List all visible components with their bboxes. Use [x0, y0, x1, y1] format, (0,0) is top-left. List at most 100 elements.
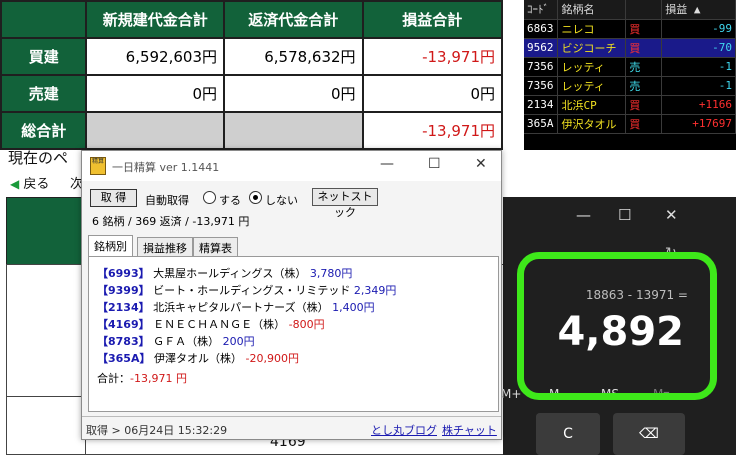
calc-close-icon[interactable]: ✕ — [665, 206, 678, 224]
calc-minimize-icon[interactable]: — — [576, 206, 591, 224]
list-item: 【8783】 ＧＦＡ（株） 200円 — [97, 333, 255, 349]
ticker-header-side[interactable] — [625, 0, 663, 20]
maximize-icon[interactable]: ☐ — [428, 156, 441, 172]
stock-pnl: 3,780円 — [309, 267, 353, 280]
sell-repay-total: 0円 — [223, 74, 364, 113]
list-item: 【6993】 大黒屋ホールディングス（株） 3,780円 — [97, 265, 352, 281]
tab-settlement-table[interactable]: 精算表 — [193, 237, 238, 256]
stock-pnl: -20,900円 — [245, 352, 299, 365]
header-new-total: 新規建代金合計 — [85, 0, 225, 39]
total-repay-empty — [223, 111, 364, 150]
ticker-name: レッティ — [557, 76, 627, 96]
calculator-titlebar: — ☐ ✕ — [503, 197, 736, 235]
pnl-summary-table: 新規建代金合計 返済代金合計 損益合計 買建 6,592,603円 6,578,… — [0, 0, 504, 150]
stock-name: ＧＦＡ（株） — [153, 335, 220, 348]
back-triangle-icon: ◀ — [10, 177, 20, 191]
memory-add-button[interactable]: M+ — [501, 387, 521, 401]
netstock-button[interactable]: ネットストック — [312, 188, 378, 219]
stock-list-panel: 【6993】 大黒屋ホールディングス（株） 3,780円 【9399】 ビート・… — [88, 256, 499, 412]
green-highlight-annotation — [517, 252, 717, 400]
stock-code[interactable]: 【8783】 — [97, 335, 150, 348]
ticker-side: 買 — [625, 95, 663, 115]
list-item: 【2134】 北浜キャピタルパートナーズ（株） 1,400円 — [97, 299, 375, 315]
close-icon[interactable]: ✕ — [475, 156, 487, 172]
blog-link[interactable]: とし丸ブログ — [371, 422, 437, 438]
stock-code[interactable]: 【4169】 — [97, 318, 150, 331]
ticker-name: 北浜CP — [557, 95, 627, 115]
stock-code[interactable]: 【365A】 — [97, 352, 150, 365]
ticker-row[interactable]: 2134 北浜CP 買 +1166 — [524, 95, 736, 115]
calc-maximize-icon[interactable]: ☐ — [618, 206, 631, 224]
list-item: 【9399】 ビート・ホールディングス・リミテッド 2,349円 — [97, 282, 396, 298]
stock-code[interactable]: 【9399】 — [97, 284, 150, 297]
stock-code[interactable]: 【2134】 — [97, 301, 150, 314]
ticker-side: 売 — [625, 57, 663, 77]
ticker-name: ニレコ — [557, 19, 627, 39]
auto-fetch-off-label[interactable]: しない — [265, 192, 298, 208]
total-label: 合計： — [97, 372, 130, 385]
ticker-code: 9562 — [524, 38, 559, 58]
ticker-row[interactable]: 6863 ニレコ 買 -99 — [524, 19, 736, 39]
ticker-pnl: +17697 — [661, 114, 736, 134]
ticker-row-selected[interactable]: 9562 ビジコーチ 買 -70 — [524, 38, 736, 58]
ticker-header-row: ｺｰﾄﾞ 銘柄名 損益 ▲ — [524, 0, 736, 20]
back-link[interactable]: ◀ 戻る — [10, 173, 49, 192]
stock-code[interactable]: 【6993】 — [97, 267, 150, 280]
summary-status: 6 銘柄 / 369 返済 / -13,971 円 — [92, 215, 250, 228]
total-new-empty — [85, 111, 225, 150]
last-fetch-status: 取得 > 06月24日 15:32:29 — [86, 424, 228, 437]
summary-row-total: 総合計 -13,971円 — [0, 111, 504, 150]
ticker-code: 7356 — [524, 57, 559, 77]
ticker-row[interactable]: 365A 伊沢タオル 買 +17697 — [524, 114, 736, 134]
row-label-buy: 買建 — [0, 37, 88, 76]
grand-pnl-total: -13,971円 — [361, 111, 504, 150]
sell-pnl-total: 0円 — [361, 74, 504, 113]
auto-fetch-label: 自動取得 — [145, 194, 189, 207]
ticker-header-code[interactable]: ｺｰﾄﾞ — [524, 0, 559, 20]
list-item: 【4169】 ＥＮＥＣＨＡＮＧＥ（株） -800円 — [97, 316, 325, 332]
ticker-header-name[interactable]: 銘柄名 — [557, 0, 627, 20]
stock-name: 北浜キャピタルパートナーズ（株） — [153, 301, 329, 314]
app-icon: 精算 — [90, 157, 106, 175]
ticker-pnl: -1 — [661, 57, 736, 77]
tab-by-stock[interactable]: 銘柄別 — [88, 235, 133, 256]
header-repay-total: 返済代金合計 — [223, 0, 364, 39]
stock-chat-link[interactable]: 株チャット — [442, 422, 497, 438]
ticker-code: 2134 — [524, 95, 559, 115]
total-row: 合計：-13,971 円 — [97, 370, 187, 386]
buy-new-total: 6,592,603円 — [85, 37, 225, 76]
summary-corner — [0, 0, 88, 39]
ticker-side: 買 — [625, 19, 663, 39]
calc-c-button[interactable]: C — [536, 413, 600, 455]
auto-fetch-on-label[interactable]: する — [219, 192, 241, 208]
dialog-titlebar: 精算 一日精算 ver 1.1441 — ☐ ✕ — [82, 151, 501, 181]
calc-backspace-button[interactable]: ⌫ — [613, 413, 685, 455]
ticker-side: 売 — [625, 76, 663, 96]
ticker-pnl: -99 — [661, 19, 736, 39]
dialog-title: 一日精算 ver 1.1441 — [112, 161, 220, 174]
ticker-row[interactable]: 7356 レッティ 売 -1 — [524, 57, 736, 77]
fetch-button[interactable]: 取 得 — [90, 189, 137, 207]
buy-pnl-total: -13,971円 — [361, 37, 504, 76]
summary-header-row: 新規建代金合計 返済代金合計 損益合計 — [0, 0, 504, 39]
stock-pnl: -800円 — [288, 318, 325, 331]
background-header-cell — [6, 197, 84, 265]
back-link-label: 戻る — [23, 177, 50, 192]
auto-fetch-on-radio[interactable] — [203, 191, 216, 204]
stock-pnl: 1,400円 — [332, 301, 375, 314]
ticker-code: 7356 — [524, 76, 559, 96]
ticker-pnl: +1166 — [661, 95, 736, 115]
ticker-pnl: -1 — [661, 76, 736, 96]
stock-pnl: 200円 — [222, 335, 255, 348]
ticker-row[interactable]: 7356 レッティ 売 -1 — [524, 76, 736, 96]
tab-pnl-trend[interactable]: 損益推移 — [137, 237, 193, 256]
settlement-dialog: 精算 一日精算 ver 1.1441 — ☐ ✕ 取 得 自動取得 する しない… — [81, 150, 502, 440]
ticker-side: 買 — [625, 114, 663, 134]
ticker-header-pnl[interactable]: 損益 ▲ — [661, 0, 736, 20]
row-label-total: 総合計 — [0, 111, 88, 150]
stock-name: 伊澤タオル（株） — [153, 352, 242, 365]
auto-fetch-off-radio[interactable] — [249, 191, 262, 204]
minimize-icon[interactable]: — — [380, 156, 394, 172]
total-value: -13,971 円 — [130, 372, 187, 385]
sell-new-total: 0円 — [85, 74, 225, 113]
